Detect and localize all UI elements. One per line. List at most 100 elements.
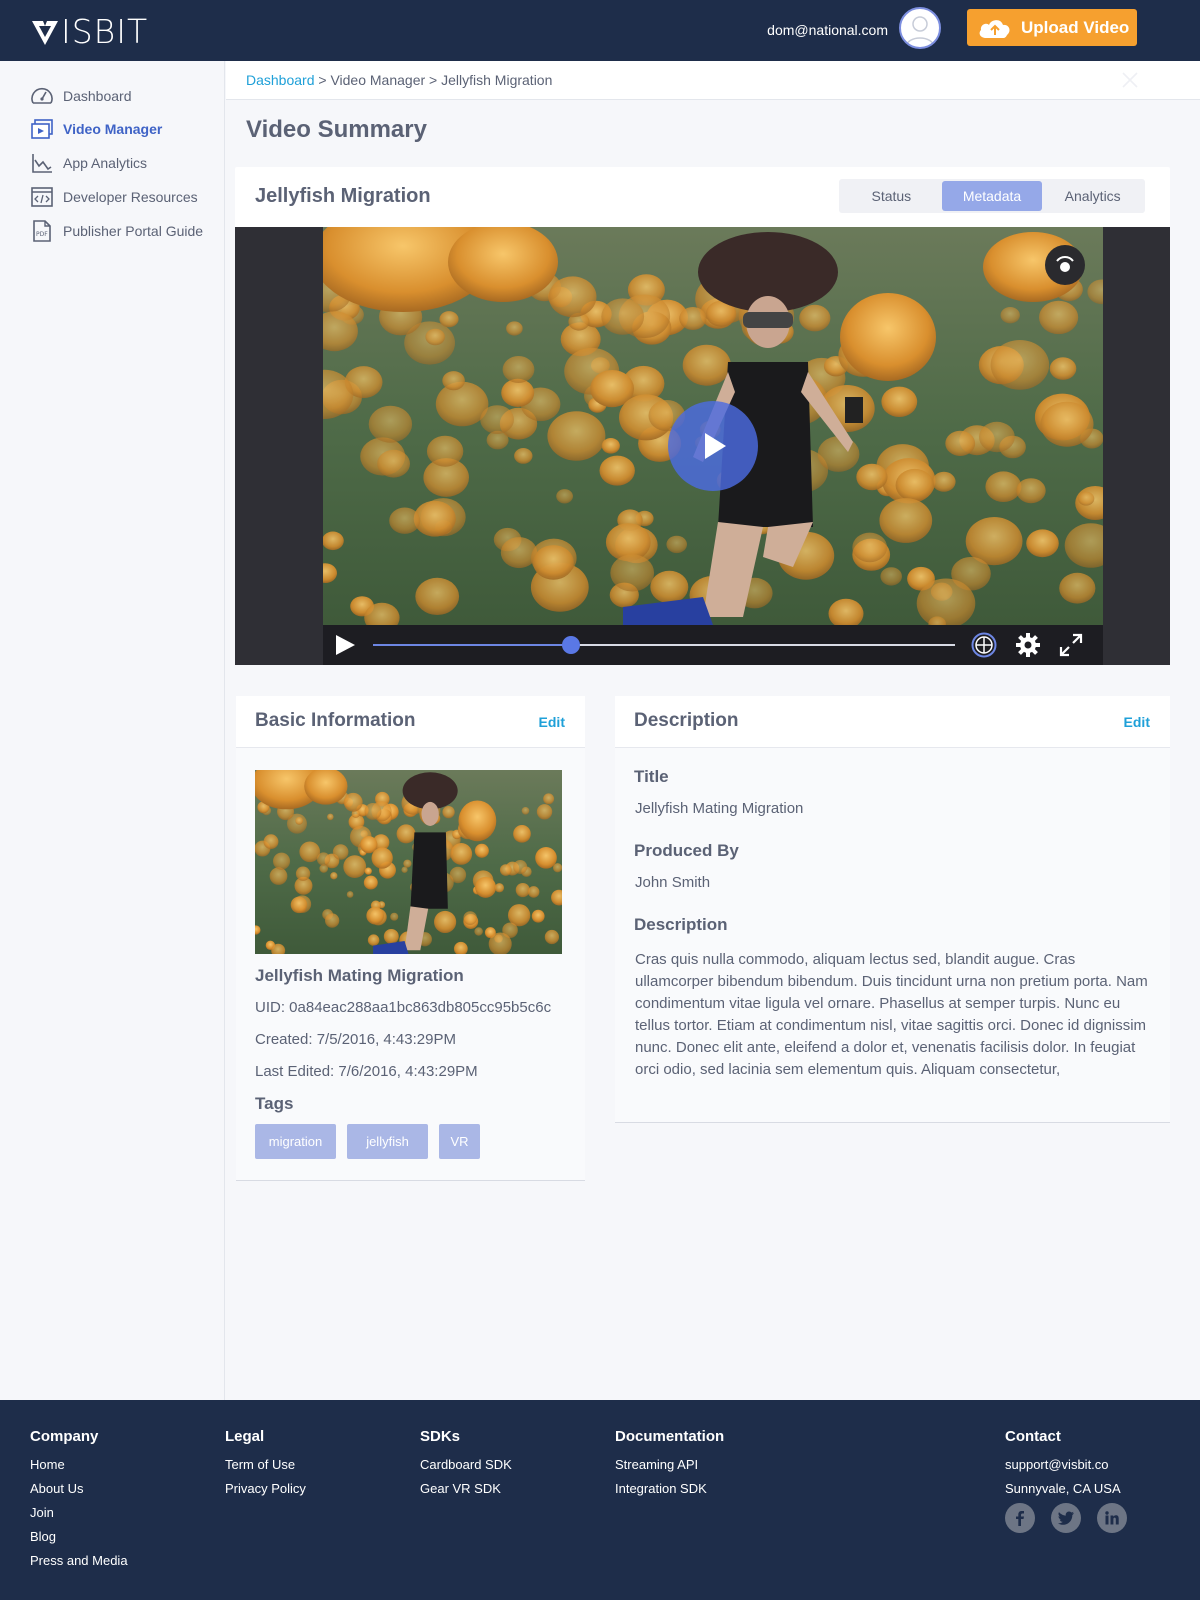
footer-link-join[interactable]: Join xyxy=(30,1501,128,1525)
footer-link-terms[interactable]: Term of Use xyxy=(225,1453,306,1477)
visbit-logo[interactable]: ISBIT xyxy=(30,14,148,50)
video-title-label: Jellyfish Mating Migration xyxy=(255,966,464,985)
user-email[interactable]: dom@national.com xyxy=(767,22,888,38)
basic-information-card: Basic Information Edit Jellyfish Mating … xyxy=(236,696,585,1181)
jellyfish-shape xyxy=(501,378,535,407)
footer-link-streaming-api[interactable]: Streaming API xyxy=(615,1453,724,1477)
jellyfish-shape xyxy=(295,817,304,825)
footer-link-privacy[interactable]: Privacy Policy xyxy=(225,1477,306,1501)
settings-gear-icon[interactable] xyxy=(1015,632,1041,658)
edit-description-button[interactable]: Edit xyxy=(1124,714,1150,730)
breadcrumb-dashboard-link[interactable]: Dashboard xyxy=(246,72,315,88)
jellyfish-shape xyxy=(521,806,530,815)
sidebar-item-video-manager[interactable]: Video Manager xyxy=(30,117,162,141)
footer-contact-column: Contact support@visbit.co Sunnyvale, CA … xyxy=(1005,1428,1121,1501)
footer-link-gear-vr-sdk[interactable]: Gear VR SDK xyxy=(420,1477,512,1501)
breadcrumb-trail: > Video Manager > Jellyfish Migration xyxy=(314,72,553,88)
video-uid: UID: 0a84eac288aa1bc863db805cc95b5c6c xyxy=(255,999,552,1016)
sidebar-item-dashboard[interactable]: Dashboard xyxy=(30,84,132,108)
jellyfish-shape xyxy=(494,883,504,893)
jellyfish-shape xyxy=(364,803,382,820)
jellyfish-shape xyxy=(945,430,976,456)
sidebar-item-app-analytics[interactable]: App Analytics xyxy=(30,151,147,175)
jellyfish-shape xyxy=(544,929,560,945)
footer-link-cardboard-sdk[interactable]: Cardboard SDK xyxy=(420,1453,512,1477)
twitter-icon[interactable] xyxy=(1051,1503,1081,1533)
jellyfish-shape xyxy=(548,276,597,318)
jellyfish-shape xyxy=(1078,491,1095,506)
tab-analytics[interactable]: Analytics xyxy=(1042,181,1143,211)
footer-link-integration-sdk[interactable]: Integration SDK xyxy=(615,1477,724,1501)
jellyfish-shape xyxy=(881,386,918,417)
play-overlay-button[interactable] xyxy=(668,401,758,491)
jellyfish-shape xyxy=(480,405,514,434)
jellyfish-shape xyxy=(269,867,288,885)
tag-chip[interactable]: migration xyxy=(255,1124,336,1159)
footer-link-support-email[interactable]: support@visbit.co xyxy=(1005,1453,1121,1477)
jellyfish-thumbnail-image xyxy=(255,770,562,954)
progress-bar[interactable] xyxy=(373,636,955,654)
fullscreen-icon[interactable] xyxy=(1058,632,1084,658)
footer-link-blog[interactable]: Blog xyxy=(30,1525,128,1549)
basic-information-header: Basic Information Edit xyxy=(236,696,585,748)
footer-link-about-us[interactable]: About Us xyxy=(30,1477,128,1501)
tag-chip[interactable]: VR xyxy=(439,1124,480,1159)
linkedin-icon[interactable] xyxy=(1097,1503,1127,1533)
jellyfish-shape xyxy=(679,307,707,330)
tags-heading: Tags xyxy=(255,1094,294,1113)
breadcrumb-bar: Dashboard > Video Manager > Jellyfish Mi… xyxy=(226,61,1200,100)
jellyfish-shape xyxy=(377,449,410,478)
play-icon[interactable] xyxy=(333,633,357,657)
sidebar-item-developer-resources[interactable]: Developer Resources xyxy=(30,185,198,209)
jellyfish-shape xyxy=(272,852,291,870)
footer-heading: Company xyxy=(30,1428,99,1445)
footer-heading: Documentation xyxy=(615,1428,725,1445)
jellyfish-shape xyxy=(474,927,483,936)
360-navigation-icon[interactable] xyxy=(971,632,997,658)
jellyfish-shape xyxy=(332,844,349,860)
upload-video-button[interactable]: Upload Video xyxy=(967,9,1137,46)
close-icon[interactable] xyxy=(1120,70,1140,90)
jellyfish-shape xyxy=(536,804,553,820)
sidebar-item-label: Video Manager xyxy=(63,121,163,137)
footer-link-home[interactable]: Home xyxy=(30,1453,128,1477)
jellyfish-shape xyxy=(1059,572,1096,604)
jellyfish-shape xyxy=(527,886,540,898)
tab-status[interactable]: Status xyxy=(841,181,942,211)
jellyfish-shape xyxy=(330,872,338,880)
jellyfish-shape xyxy=(817,436,860,472)
video-title: Jellyfish Migration xyxy=(255,185,431,207)
jellyfish-shape xyxy=(506,321,523,336)
footer-company-column: Company Home About Us Join Blog Press an… xyxy=(30,1428,128,1573)
jellyfish-shape xyxy=(1040,401,1094,447)
page-title: Video Summary xyxy=(246,116,427,143)
jellyfish-shape xyxy=(515,882,530,898)
sidebar-item-publisher-portal-guide[interactable]: PDF Publisher Portal Guide xyxy=(30,219,203,243)
footer-link-press[interactable]: Press and Media xyxy=(30,1549,128,1573)
jellyfish-shape xyxy=(535,847,557,869)
facebook-icon[interactable] xyxy=(1005,1503,1035,1533)
jellyfish-shape xyxy=(990,340,1050,390)
jellyfish-shape xyxy=(979,421,1015,453)
jellyfish-shape xyxy=(442,805,455,819)
jellyfish-shape xyxy=(502,356,535,383)
edit-basic-info-button[interactable]: Edit xyxy=(539,714,565,730)
jellyfish-shape xyxy=(426,435,464,467)
jellyfish-shape xyxy=(1026,529,1059,558)
jellyfish-shape xyxy=(895,468,934,502)
title-field-label: Title xyxy=(634,767,669,786)
jellyfish-shape xyxy=(856,463,888,491)
video-frame[interactable] xyxy=(323,227,1103,665)
jellyfish-shape xyxy=(316,852,331,866)
vr-mode-button[interactable] xyxy=(1045,245,1085,285)
pdf-icon: PDF xyxy=(33,220,51,242)
progress-handle[interactable] xyxy=(561,636,580,654)
jellyfish-shape xyxy=(799,304,831,332)
jellyfish-shape xyxy=(985,471,1022,502)
description-heading: Description xyxy=(634,710,739,731)
tab-metadata[interactable]: Metadata xyxy=(941,181,1043,211)
avatar[interactable] xyxy=(899,7,941,49)
tag-chip[interactable]: jellyfish xyxy=(347,1124,428,1159)
jellyfish-shape xyxy=(434,910,457,934)
jellyfish-shape xyxy=(425,328,445,346)
